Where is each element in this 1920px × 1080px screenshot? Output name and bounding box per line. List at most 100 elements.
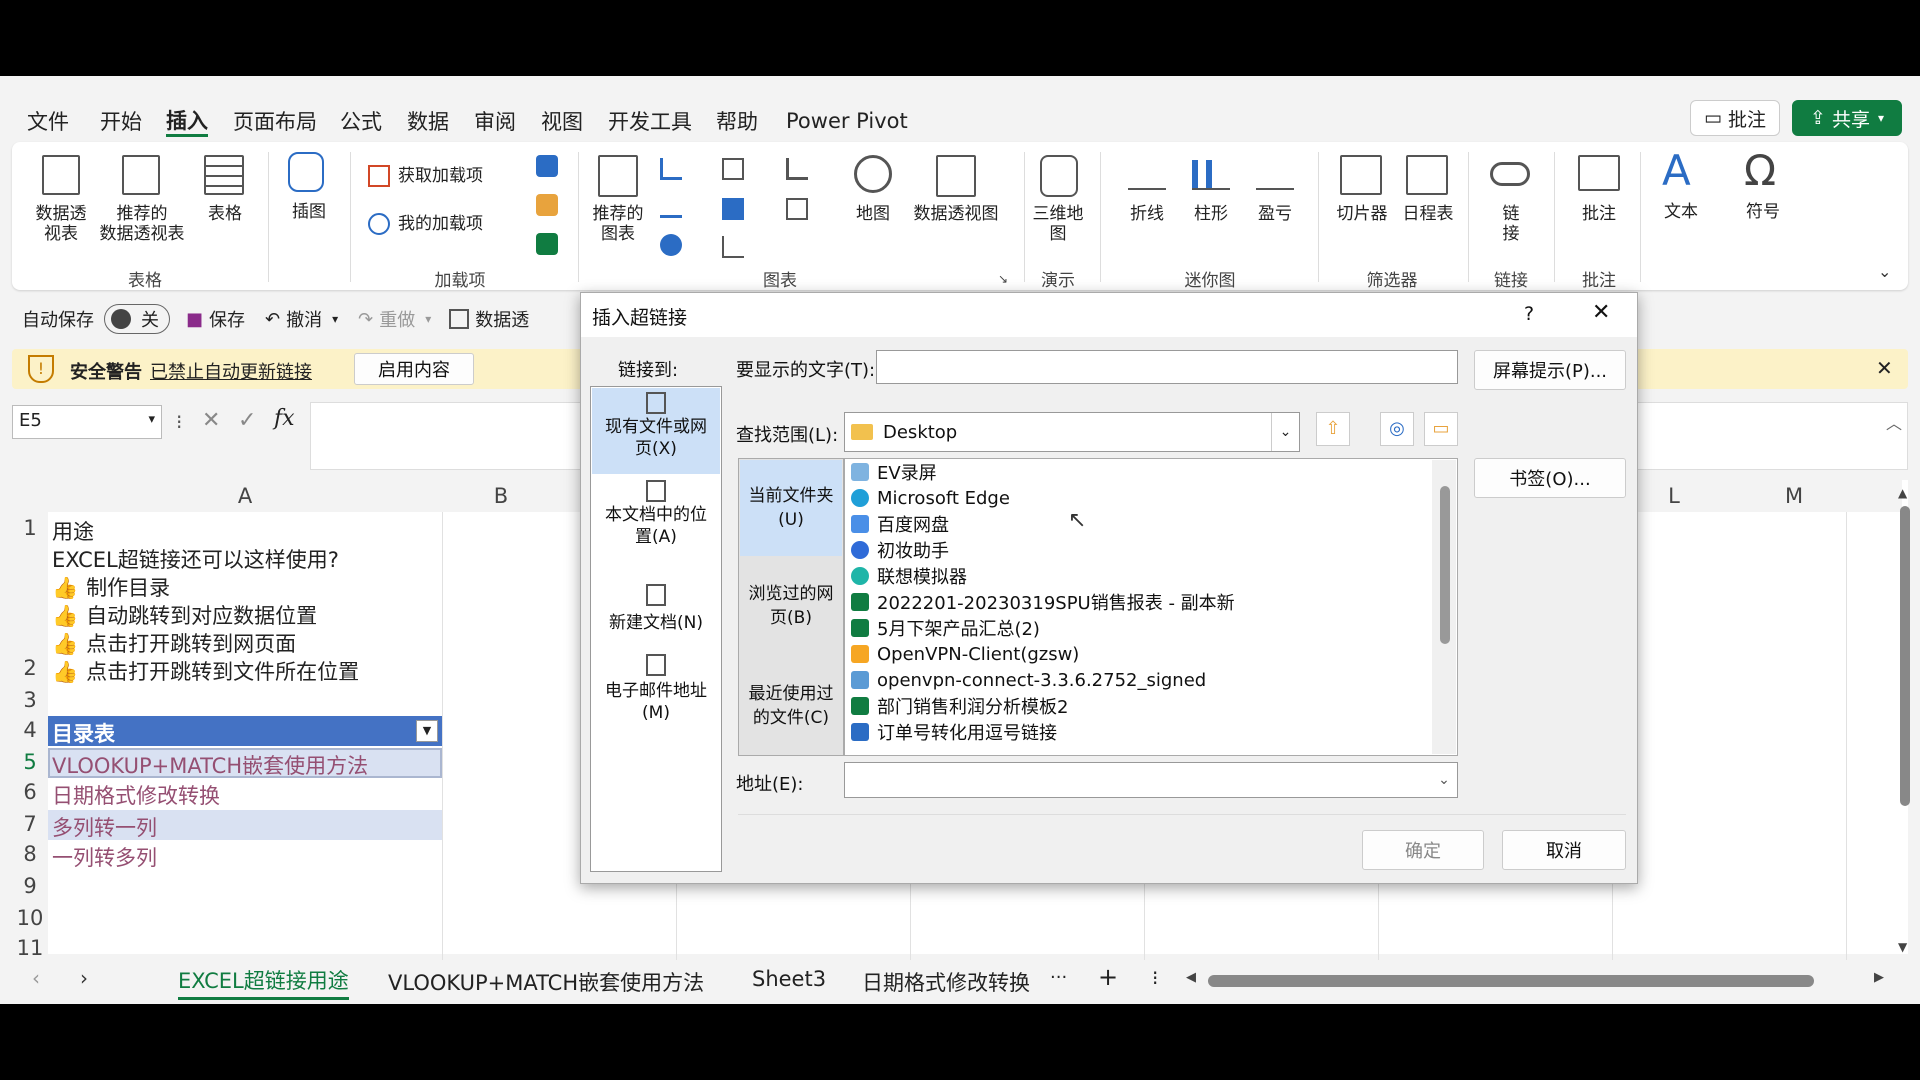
display-text-input[interactable]	[876, 350, 1458, 384]
add-sheet-button[interactable]: +	[1098, 963, 1118, 991]
enable-content-button[interactable]: 启用内容	[354, 353, 474, 385]
row-header-3[interactable]: 3	[12, 688, 48, 716]
visio-icon[interactable]	[536, 155, 558, 177]
list-item[interactable]: 联想模拟器	[851, 563, 1451, 589]
list-item[interactable]: EV录屏	[851, 459, 1451, 485]
row-header-4[interactable]: 4	[12, 718, 48, 746]
table-button[interactable]: 表格	[200, 204, 250, 224]
horizontal-scrollbar-thumb[interactable]	[1208, 975, 1814, 987]
file-list-scrollbar-thumb[interactable]	[1440, 486, 1450, 644]
tab-page-layout[interactable]: 页面布局	[233, 105, 317, 137]
slicer-button[interactable]: 切片器	[1332, 204, 1392, 224]
sub-nav-browsed-pages[interactable]: 浏览过的网 页(B)	[740, 582, 842, 630]
more-sheets-button[interactable]: ···	[1050, 967, 1067, 988]
timeline-button[interactable]: 日程表	[1398, 204, 1458, 224]
column-chart-icon[interactable]	[660, 158, 682, 180]
screen-tip-button[interactable]: 屏幕提示(P)...	[1474, 350, 1626, 390]
link-button[interactable]: 链 接	[1496, 204, 1526, 244]
file-list[interactable]: EV录屏 Microsoft Edge 百度网盘 初妆助手 联想模拟器 2022…	[844, 458, 1458, 756]
scroll-up-icon[interactable]: ▲	[1898, 486, 1907, 500]
people-graph-icon[interactable]	[536, 233, 558, 255]
chevron-down-icon[interactable]: ▾	[332, 312, 338, 326]
list-item[interactable]: openvpn-connect-3.3.6.2752_signed	[851, 667, 1451, 693]
redo-button[interactable]: 重做	[379, 306, 415, 332]
illustrations-button[interactable]: 插图	[284, 202, 334, 222]
row-header-6[interactable]: 6	[12, 780, 48, 808]
sparkline-column-button[interactable]: 柱形	[1188, 204, 1234, 224]
text-button[interactable]: 文本	[1658, 202, 1704, 222]
scroll-down-icon[interactable]: ▼	[1898, 940, 1907, 954]
tab-file[interactable]: 文件	[27, 105, 69, 137]
save-button[interactable]: 保存	[209, 306, 245, 332]
hierarchy-chart-icon[interactable]	[722, 158, 744, 180]
confirm-entry-icon[interactable]: ✓	[238, 408, 256, 433]
get-addins-button[interactable]: 获取加载项	[398, 166, 483, 186]
combo-chart-icon[interactable]	[786, 198, 808, 220]
tab-data[interactable]: 数据	[407, 105, 449, 137]
row-header-10[interactable]: 10	[12, 906, 48, 934]
chevron-up-icon[interactable]: ︿	[1886, 410, 1902, 434]
chevron-down-icon[interactable]: ▾	[425, 312, 431, 326]
list-item[interactable]: 订单号转化用逗号链接	[851, 719, 1451, 745]
chevron-down-icon[interactable]: ⌄	[1432, 764, 1456, 796]
column-header-m[interactable]: M	[1760, 480, 1828, 512]
tab-view[interactable]: 视图	[541, 105, 583, 137]
cell-a1[interactable]: 用途	[52, 516, 94, 546]
row-header-5[interactable]: 5	[12, 750, 48, 778]
cell-a2-line[interactable]: EXCEL超链接还可以这样使用?	[52, 544, 339, 574]
statistic-chart-icon[interactable]	[722, 198, 744, 220]
new-comment-button[interactable]: 批注	[1576, 204, 1622, 224]
recommended-pivot-button[interactable]: 推荐的 数据透视表	[96, 204, 188, 244]
list-item[interactable]: 百度网盘	[851, 511, 1451, 537]
hyperlink-cell[interactable]: VLOOKUP+MATCH嵌套使用方法	[52, 750, 368, 780]
list-item[interactable]: 初妆助手	[851, 537, 1451, 563]
tab-developer[interactable]: 开发工具	[608, 105, 692, 137]
select-all-corner[interactable]	[12, 480, 48, 512]
list-item[interactable]: OpenVPN-Client(gzsw)	[851, 641, 1451, 667]
cancel-entry-icon[interactable]: ✕	[202, 408, 220, 433]
filter-dropdown-icon[interactable]: ▼	[416, 720, 438, 742]
comments-button[interactable]: ▭ 批注	[1690, 100, 1780, 136]
hyperlink-cell[interactable]: 日期格式修改转换	[52, 780, 220, 810]
sparkline-winloss-button[interactable]: 盈亏	[1252, 204, 1298, 224]
symbols-button[interactable]: 符号	[1740, 202, 1786, 222]
sheet-tab[interactable]: VLOOKUP+MATCH嵌套使用方法	[388, 967, 704, 997]
line-chart-icon[interactable]	[660, 198, 682, 218]
table-header-cell[interactable]: 目录表	[52, 718, 115, 748]
browse-web-icon[interactable]: ◎	[1380, 412, 1414, 446]
sheet-tab[interactable]: Sheet3	[752, 967, 826, 991]
row-header-8[interactable]: 8	[12, 842, 48, 870]
scroll-right-icon[interactable]: ▶	[1874, 970, 1884, 985]
sub-nav-current-folder[interactable]: 当前文件夹 (U)	[740, 484, 842, 532]
row-header-9[interactable]: 9	[12, 874, 48, 902]
row-header-1[interactable]: 1	[12, 516, 48, 544]
undo-button[interactable]: 撤消	[286, 306, 322, 332]
waterfall-chart-icon[interactable]	[786, 158, 808, 180]
ribbon-collapse-icon[interactable]: ⌄	[1878, 262, 1891, 281]
list-item[interactable]: Microsoft Edge	[851, 485, 1451, 511]
column-header-a[interactable]: A	[48, 480, 442, 512]
list-item[interactable]: 2022201-20230319SPU销售报表 - 副本新	[851, 589, 1451, 615]
pie-chart-icon[interactable]	[660, 234, 682, 256]
scatter-chart-icon[interactable]	[722, 236, 744, 258]
pivot-qat-button[interactable]: 数据透	[475, 306, 529, 332]
sparkline-line-button[interactable]: 折线	[1124, 204, 1170, 224]
share-button[interactable]: ⇪ 共享 ▾	[1792, 100, 1902, 136]
map-chart-button[interactable]: 地图	[850, 204, 896, 224]
ok-button[interactable]: 确定	[1362, 830, 1484, 870]
address-input[interactable]	[844, 762, 1458, 798]
nav-email-address[interactable]: 电子邮件地址 (M)	[592, 680, 720, 724]
up-folder-icon[interactable]: ⇧	[1316, 412, 1350, 446]
dialog-launcher-icon[interactable]: ↘	[998, 272, 1008, 286]
tab-home[interactable]: 开始	[100, 105, 142, 137]
row-header-11[interactable]: 11	[12, 936, 48, 960]
nav-new-document[interactable]: 新建文档(N)	[592, 608, 720, 633]
scroll-left-icon[interactable]: ◀	[1186, 970, 1196, 985]
chevron-left-icon[interactable]: ‹	[32, 966, 40, 990]
close-icon[interactable]: ✕	[1592, 300, 1610, 325]
help-button[interactable]: ?	[1524, 303, 1534, 325]
tab-help[interactable]: 帮助	[716, 105, 758, 137]
row-header-7[interactable]: 7	[12, 812, 48, 840]
look-in-select[interactable]: Desktop ⌄	[844, 412, 1300, 452]
tab-power-pivot[interactable]: Power Pivot	[786, 105, 908, 137]
